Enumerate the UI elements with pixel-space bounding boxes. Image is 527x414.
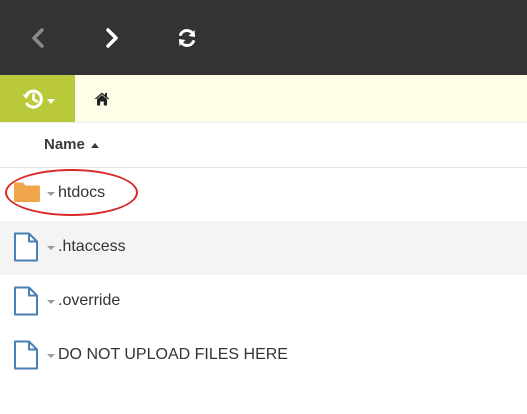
breadcrumb-bar: [0, 75, 527, 123]
file-name: .htaccess: [58, 238, 126, 255]
navigation-toolbar: [0, 0, 527, 75]
item-menu-caret-icon[interactable]: [47, 246, 55, 250]
chevron-down-icon: [46, 99, 55, 104]
list-item-override[interactable]: .override: [0, 275, 527, 329]
history-dropdown-button[interactable]: [0, 75, 75, 122]
item-menu-caret-icon[interactable]: [47, 354, 55, 358]
forward-button[interactable]: [87, 14, 137, 62]
item-menu-caret-icon[interactable]: [47, 192, 55, 196]
name-column-label: Name: [44, 136, 85, 153]
name-column-header[interactable]: Name: [44, 136, 99, 153]
back-button[interactable]: [13, 14, 63, 62]
refresh-button[interactable]: [162, 14, 212, 62]
list-item-do-not-upload[interactable]: DO NOT UPLOAD FILES HERE: [0, 329, 527, 383]
refresh-icon: [179, 28, 195, 48]
file-name: htdocs: [58, 184, 106, 201]
breadcrumb-home[interactable]: [88, 87, 116, 111]
item-menu-caret-icon[interactable]: [47, 300, 55, 304]
chevron-right-icon: [106, 28, 118, 48]
sort-ascending-icon: [90, 142, 99, 148]
folder-icon: [13, 181, 41, 208]
file-icon: [13, 340, 39, 375]
file-icon: [13, 286, 39, 321]
list-item-htaccess[interactable]: .htaccess: [0, 221, 527, 275]
file-list-header: Name: [0, 123, 527, 168]
list-item-htdocs[interactable]: htdocs: [0, 167, 527, 221]
file-name: DO NOT UPLOAD FILES HERE: [58, 346, 288, 363]
file-name: .override: [58, 292, 121, 309]
file-icon: [13, 232, 39, 267]
history-icon: [22, 89, 43, 109]
home-icon: [94, 92, 110, 106]
chevron-left-icon: [32, 28, 44, 48]
